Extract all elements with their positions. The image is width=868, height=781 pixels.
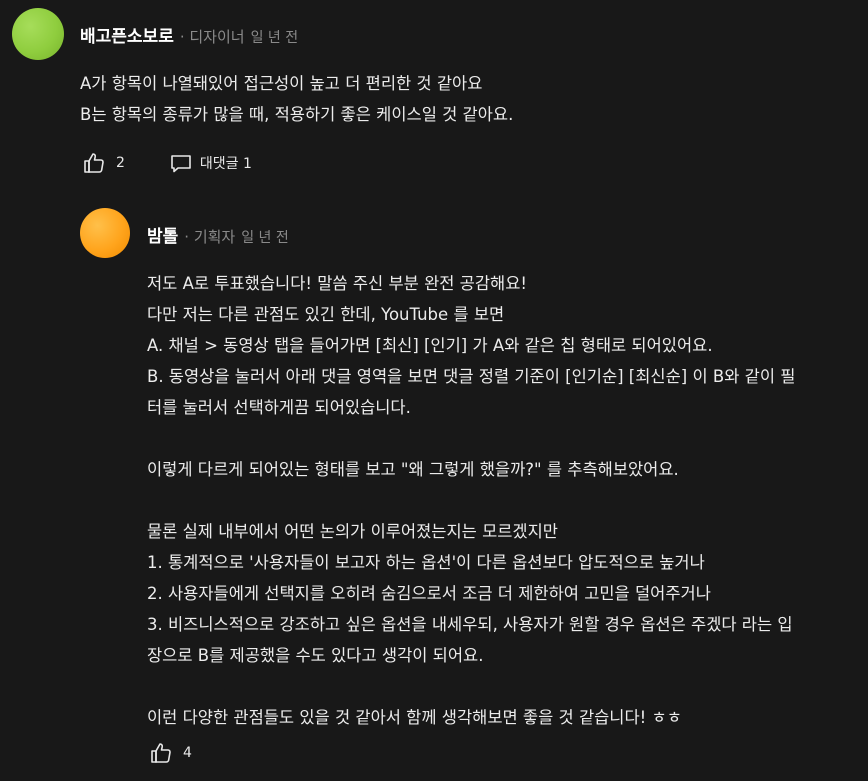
comment-actions: 2 대댓글 1 bbox=[82, 151, 252, 175]
reply-line: 이렇게 다르게 되어있는 형태를 보고 "왜 그렇게 했을까?" 를 추측해보았… bbox=[147, 460, 679, 479]
author-role: · 디자이너 bbox=[179, 28, 245, 46]
speech-bubble-icon bbox=[169, 151, 193, 175]
thumbs-up-icon bbox=[82, 151, 106, 175]
avatar[interactable] bbox=[12, 8, 64, 60]
reply-line: A. 채널 > 동영상 탭을 들어가면 [최신] [인기] 가 A와 같은 칩 … bbox=[147, 336, 713, 355]
like-count: 2 bbox=[116, 155, 125, 171]
like-count: 4 bbox=[183, 745, 192, 761]
author-role: · 기획자 bbox=[184, 228, 236, 246]
avatar[interactable] bbox=[80, 208, 130, 258]
reply-line: 터를 눌러서 선택하게끔 되어있습니다. bbox=[147, 398, 411, 417]
reply-line: 장으로 B를 제공했을 수도 있다고 생각이 되어요. bbox=[147, 646, 484, 665]
comment-time: 일 년 전 bbox=[250, 30, 299, 46]
reply-body: 저도 A로 투표했습니다! 말씀 주신 부분 완전 공감해요! 다만 저는 다른… bbox=[147, 268, 795, 733]
author-name[interactable]: 배고픈소보로 bbox=[80, 22, 174, 47]
like-button[interactable]: 2 bbox=[82, 151, 125, 175]
reply-line: 저도 A로 투표했습니다! 말씀 주신 부분 완전 공감해요! bbox=[147, 274, 528, 293]
reply-header: 밤톨 · 기획자 일 년 전 bbox=[147, 222, 289, 247]
reply-line bbox=[147, 671, 795, 702]
reply-label: 대댓글 1 bbox=[199, 156, 252, 172]
comment-body: A가 항목이 나열돼있어 접근성이 높고 더 편리한 것 같아요 B는 항목의 … bbox=[80, 68, 513, 130]
reply-line: B. 동영상을 눌러서 아래 댓글 영역을 보면 댓글 정렬 기준이 [인기순]… bbox=[147, 367, 796, 386]
reply-actions: 4 bbox=[149, 741, 192, 765]
reply-button[interactable]: 대댓글 1 bbox=[169, 151, 252, 175]
reply-line: 다만 저는 다른 관점도 있긴 한데, YouTube 를 보면 bbox=[147, 305, 505, 324]
comment-line: B는 항목의 종류가 많을 때, 적용하기 좋은 케이스일 것 같아요. bbox=[80, 105, 514, 124]
reply-line bbox=[147, 485, 795, 516]
author-name[interactable]: 밤톨 bbox=[147, 222, 178, 247]
comment-line: A가 항목이 나열돼있어 접근성이 높고 더 편리한 것 같아요 bbox=[80, 74, 483, 93]
like-button[interactable]: 4 bbox=[149, 741, 192, 765]
thumbs-up-icon bbox=[149, 741, 173, 765]
comment-time: 일 년 전 bbox=[241, 230, 289, 246]
reply-line: 이런 다양한 관점들도 있을 것 같아서 함께 생각해보면 좋을 것 같습니다!… bbox=[147, 708, 682, 727]
reply-line: 1. 통계적으로 '사용자들이 보고자 하는 옵션'이 다른 옵션보다 압도적으… bbox=[147, 553, 705, 572]
comment-header: 배고픈소보로 · 디자이너 일 년 전 bbox=[80, 22, 298, 47]
reply-line: 2. 사용자들에게 선택지를 오히려 숨김으로서 조금 더 제한하여 고민을 덜… bbox=[147, 584, 711, 603]
reply-line bbox=[147, 423, 795, 454]
reply-line: 3. 비즈니스적으로 강조하고 싶은 옵션을 내세우되, 사용자가 원할 경우 … bbox=[147, 615, 793, 634]
reply-line: 물론 실제 내부에서 어떤 논의가 이루어졌는지는 모르겠지만 bbox=[147, 522, 558, 541]
